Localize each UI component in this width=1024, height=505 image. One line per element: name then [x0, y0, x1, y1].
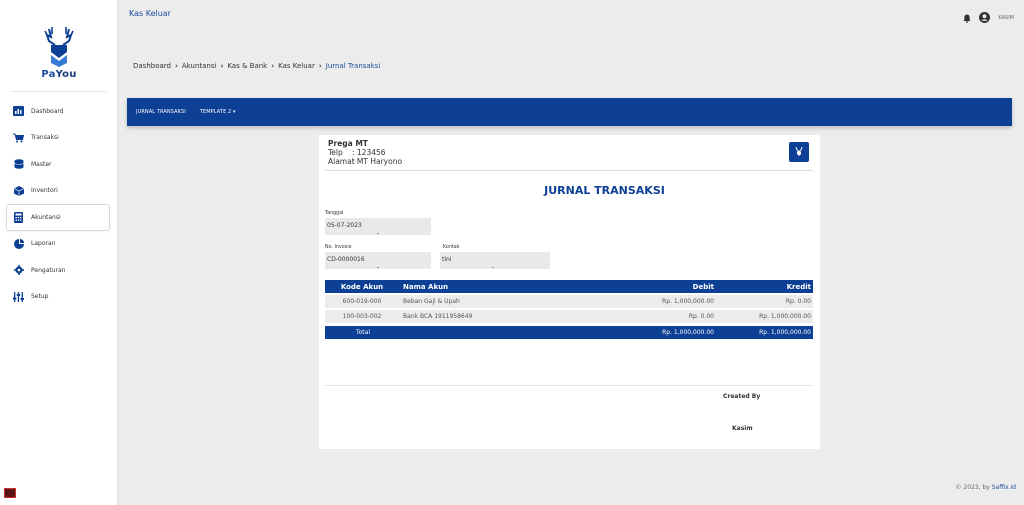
breadcrumb-item-dashboard[interactable]: Dashboard: [133, 62, 171, 70]
deer-logo-icon: [44, 27, 74, 67]
kontak-value: tini: [442, 256, 452, 263]
created-by-label: Created By: [723, 393, 761, 400]
total-debit: Rp. 1,000,000.00: [662, 329, 714, 336]
footer-link[interactable]: Saffix.id: [992, 484, 1016, 491]
user-avatar-icon[interactable]: [979, 8, 991, 27]
box-icon: [13, 185, 24, 196]
signature-divider: [325, 385, 813, 386]
chevron-right-icon: ›: [220, 62, 224, 70]
sidebar-divider: [10, 91, 107, 92]
breadcrumb-current: Jurnal Transaksi: [325, 62, 381, 70]
sidebar-item-label: Pengaturan: [31, 266, 66, 274]
cart-icon: [13, 132, 24, 143]
sliders-icon: [13, 291, 24, 302]
sidebar-item-label: Inventori: [31, 187, 58, 195]
brand-name: PaYou: [41, 69, 77, 80]
breadcrumb-item-akuntansi[interactable]: Akuntansi: [182, 62, 217, 70]
template-dropdown[interactable]: TEMPLATE 2 ▾: [200, 109, 236, 115]
document-toolbar: JURNAL TRANSAKSI TEMPLATE 2 ▾: [127, 98, 1012, 126]
page-header-title: Kas Keluar: [129, 9, 171, 18]
sidebar-item-label: Dashboard: [31, 107, 64, 115]
calculator-icon: [13, 211, 24, 223]
table-row: 600-019-000 Beban Gaji & Upah Rp. 1,000,…: [325, 295, 813, 308]
sidebar-item-inventori[interactable]: Inventori: [0, 178, 117, 205]
total-label: Total: [355, 329, 370, 336]
sidebar-item-transaksi[interactable]: Transaksi: [0, 125, 117, 152]
table-total-row: Total Rp. 1,000,000.00 Rp. 1,000,000.00: [325, 326, 813, 339]
company-name: Prega MT: [328, 139, 368, 148]
created-by-name: Kasim: [732, 425, 753, 432]
pie-icon: [13, 238, 24, 249]
sidebar-item-setup[interactable]: Setup: [0, 284, 117, 311]
gear-icon: [13, 265, 24, 276]
tab-jurnal-transaksi[interactable]: JURNAL TRANSAKSI: [136, 109, 186, 115]
table-row: 100-003-002 Bank BCA 1911958649 Rp. 0.00…: [325, 310, 813, 323]
breadcrumb: Dashboard › Akuntansi › Kas & Bank › Kas…: [133, 62, 380, 70]
sidebar-item-label: Transaksi: [31, 134, 59, 142]
cell-debit: Rp. 0.00: [688, 313, 714, 320]
deer-logo-icon: [795, 146, 803, 156]
telp-label: Telp: [328, 148, 343, 157]
telp-value: : 123456: [352, 148, 386, 157]
header-kode-akun: Kode Akun: [340, 282, 384, 291]
sidebar-item-master[interactable]: Master: [0, 151, 117, 178]
brand-logo[interactable]: PaYou: [37, 25, 81, 85]
cell-kode-akun: 600-019-000: [342, 298, 382, 305]
topbar-actions: KASIM: [963, 8, 1014, 27]
sidebar: PaYou Dashboard Transaksi Master Invento…: [0, 0, 117, 505]
footer: © 2023, by Saffix.id: [956, 484, 1017, 491]
cell-kredit: Rp. 0.00: [785, 298, 811, 305]
tanggal-value: 05-07-2023: [327, 222, 362, 229]
sidebar-item-label: Laporan: [31, 240, 56, 248]
chart-icon: [13, 106, 24, 117]
sidebar-item-pengaturan[interactable]: Pengaturan: [0, 257, 117, 284]
field-tick: [377, 233, 379, 234]
header-nama-akun: Nama Akun: [403, 282, 449, 291]
table-header: Kode Akun Nama Akun Debit Kredit: [325, 280, 813, 293]
kontak-field[interactable]: tini: [440, 252, 550, 269]
footer-text: © 2023, by: [955, 484, 992, 491]
company-logo: [789, 142, 809, 162]
sidebar-item-akuntansi[interactable]: Akuntansi: [6, 204, 110, 231]
alamat-value: : MT Haryono: [352, 157, 403, 166]
cell-kode-akun: 100-003-002: [342, 313, 382, 320]
chevron-right-icon: ›: [318, 62, 322, 70]
invoice-label: No. Invoice: [325, 245, 352, 250]
field-tick: [492, 267, 494, 268]
cell-nama-akun: Bank BCA 1911958649: [403, 313, 473, 320]
field-tick: [377, 267, 379, 268]
sidebar-item-dashboard[interactable]: Dashboard: [0, 98, 117, 125]
company-info: Prega MT Telp : 123456 Alamat: MT Haryono: [328, 139, 402, 166]
sidebar-item-label: Master: [31, 160, 52, 168]
cell-kredit: Rp. 1,000,000.00: [759, 313, 811, 320]
cell-nama-akun: Beban Gaji & Upah: [403, 298, 460, 305]
tanggal-label: Tanggal: [325, 211, 344, 216]
sidebar-item-label: Setup: [31, 293, 49, 301]
sidebar-item-laporan[interactable]: Laporan: [0, 231, 117, 258]
journal-table: Kode Akun Nama Akun Debit Kredit 600-019…: [325, 280, 813, 339]
cell-debit: Rp. 1,000,000.00: [662, 298, 714, 305]
invoice-field[interactable]: CD-0000016: [325, 252, 431, 269]
sidebar-nav: Dashboard Transaksi Master Inventori Aku…: [0, 98, 117, 310]
total-kredit: Rp. 1,000,000.00: [759, 329, 811, 336]
bell-icon[interactable]: [963, 8, 971, 27]
kontak-label: Kontak: [443, 245, 460, 250]
user-name[interactable]: KASIM: [998, 15, 1014, 21]
chevron-right-icon: ›: [271, 62, 275, 70]
corner-badge[interactable]: [4, 488, 16, 498]
chevron-right-icon: ›: [174, 62, 178, 70]
header-kredit: Kredit: [786, 282, 811, 291]
document-title: JURNAL TRANSAKSI: [544, 184, 665, 197]
tanggal-field[interactable]: 05-07-2023: [325, 218, 431, 235]
header-divider: [325, 170, 813, 171]
sidebar-item-label: Akuntansi: [31, 213, 61, 221]
journal-document: Prega MT Telp : 123456 Alamat: MT Haryono…: [319, 135, 820, 449]
breadcrumb-item-kas-keluar[interactable]: Kas Keluar: [278, 62, 315, 70]
header-debit: Debit: [692, 282, 714, 291]
invoice-value: CD-0000016: [327, 256, 365, 263]
alamat-label: Alamat: [328, 157, 355, 166]
breadcrumb-item-kas-bank[interactable]: Kas & Bank: [227, 62, 267, 70]
database-icon: [13, 159, 24, 170]
